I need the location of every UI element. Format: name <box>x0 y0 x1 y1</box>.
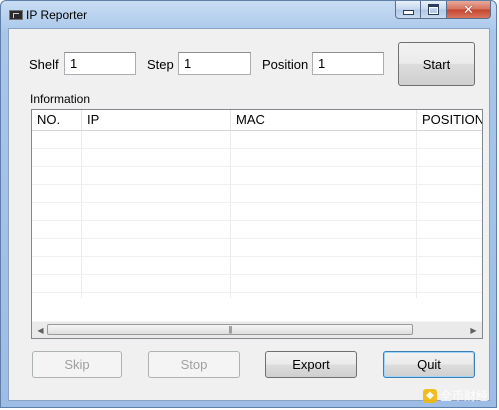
column-header-ip[interactable]: IP <box>82 110 231 130</box>
caption-buttons: ✕ <box>395 1 491 19</box>
step-input[interactable]: 1 <box>178 52 251 75</box>
maximize-icon <box>428 4 439 15</box>
watermark-text: 全币财经 <box>439 389 488 403</box>
list-row <box>32 131 482 149</box>
window-title: IP Reporter <box>26 8 88 22</box>
export-button[interactable]: Export <box>265 351 357 378</box>
watermark: ◆ 全币财经 <box>422 387 488 404</box>
shelf-input[interactable]: 1 <box>64 52 136 75</box>
stop-button[interactable]: Stop <box>148 351 240 378</box>
close-icon: ✕ <box>463 2 474 17</box>
start-button[interactable]: Start <box>398 42 475 86</box>
column-header-position[interactable]: POSITION <box>417 110 482 130</box>
watermark-logo-icon: ◆ <box>422 388 437 403</box>
client-area: Shelf 1 Step 1 Position 1 Start Informat… <box>8 28 490 401</box>
step-label: Step <box>147 57 174 72</box>
minimize-icon <box>402 9 414 15</box>
list-row <box>32 203 482 221</box>
information-list[interactable]: NO. IP MAC POSITION ◀ ||| ▶ <box>31 109 483 339</box>
list-row <box>32 275 482 293</box>
title-bar[interactable]: IP Reporter ✕ <box>1 1 496 27</box>
column-header-mac[interactable]: MAC <box>231 110 417 130</box>
close-button[interactable]: ✕ <box>447 1 491 19</box>
quit-button[interactable]: Quit <box>383 351 475 378</box>
horizontal-scrollbar[interactable]: ◀ ||| ▶ <box>32 321 482 338</box>
list-row <box>32 239 482 257</box>
scroll-thumb[interactable]: ||| <box>47 324 413 335</box>
column-header-no[interactable]: NO. <box>32 110 82 130</box>
app-icon <box>9 10 23 20</box>
maximize-button[interactable] <box>421 1 447 19</box>
list-row <box>32 257 482 275</box>
list-body <box>32 131 482 298</box>
information-label: Information <box>30 92 91 106</box>
scroll-right-icon[interactable]: ▶ <box>465 322 482 338</box>
position-input[interactable]: 1 <box>312 52 384 75</box>
app-window: IP Reporter ✕ Shelf 1 Step 1 Position 1 … <box>0 0 497 408</box>
position-label: Position <box>262 57 309 72</box>
list-header: NO. IP MAC POSITION <box>32 110 482 131</box>
list-row <box>32 167 482 185</box>
shelf-label: Shelf <box>29 57 59 72</box>
minimize-button[interactable] <box>395 1 421 19</box>
grip-icon: ||| <box>228 324 232 334</box>
list-row <box>32 185 482 203</box>
list-row <box>32 221 482 239</box>
skip-button[interactable]: Skip <box>32 351 122 378</box>
list-row <box>32 149 482 167</box>
